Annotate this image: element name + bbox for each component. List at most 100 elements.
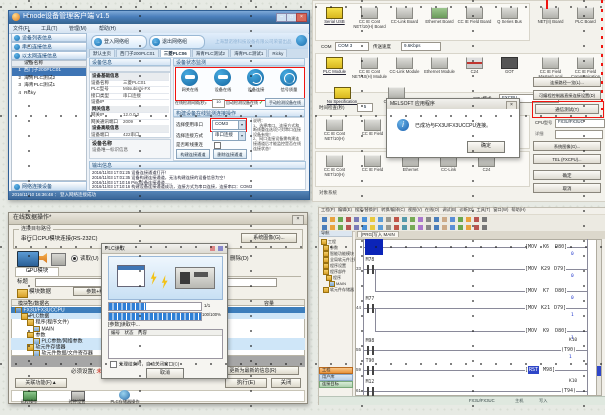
contact-icon[interactable] (367, 387, 369, 396)
module-ccie-cont-module[interactable]: CC IE Cont NET/10(H) Module (352, 57, 387, 80)
coil[interactable]: T94 (561, 387, 576, 395)
route-ccie-cont[interactable]: CC IE Cont NET/10(H) (317, 119, 352, 142)
instruction-mov[interactable]: MOVK21D79 (525, 304, 566, 312)
system-image-button[interactable]: 系统图像(G)... (241, 233, 297, 243)
reconnect-checkbox[interactable] (214, 142, 221, 149)
speed-value-field[interactable]: 9.6Kbps (401, 42, 441, 51)
device-row[interactable]: 3海青PLC测试1 (12, 83, 86, 91)
module-ccie-cont-board[interactable]: CC IE Cont NET/10(H) Board (352, 7, 387, 30)
result-list[interactable]: 编号 状态 内容 (108, 329, 223, 359)
communication-test-button[interactable]: 通信测试(T) (535, 104, 599, 114)
connection-path-list-button[interactable]: 连接路径一览(L)... (533, 77, 601, 87)
tab-haiqing-test1[interactable]: 海青PLC测试1 (230, 49, 267, 57)
module-ethernet-board[interactable]: Ethernet Board (422, 7, 457, 25)
device-row[interactable]: 2海青PLC测试2 (12, 76, 86, 84)
direct-connection-setting-button[interactable]: 可编程控制器直接连接设置(D) (533, 90, 601, 100)
ladder-cursor[interactable] (365, 239, 383, 255)
menu-search[interactable]: 搜索/替换(F) (355, 207, 378, 212)
ladder-canvas[interactable] (355, 239, 601, 396)
menu-project[interactable]: 工程(P) (321, 207, 335, 212)
module-c24[interactable]: C24 (457, 57, 492, 75)
coex-ccie-field[interactable]: CC IE Field (355, 155, 390, 173)
module-ccie-field-board[interactable]: CC IE Field Board (457, 7, 492, 25)
auto-detect-check-icon[interactable]: ✓ (259, 100, 263, 106)
radio-read[interactable]: 读取(U) (71, 255, 99, 263)
module-cclink-module[interactable]: CC-Link Module (387, 57, 422, 75)
menu-file[interactable]: 文件(F) (13, 26, 29, 32)
instruction-mov[interactable]: MOVK6D80 (525, 243, 567, 251)
close-icon[interactable]: × (292, 215, 304, 225)
interval-input[interactable]: 10 (212, 99, 225, 108)
menu-diagnostics[interactable]: 诊断(D) (459, 207, 473, 212)
route-ccie-field[interactable]: CC IE Field (355, 119, 390, 137)
module-data-icon[interactable] (17, 289, 28, 298)
delete-channel-button[interactable]: 删除连接通道 (213, 149, 247, 159)
menu-debug[interactable]: 调试(B) (442, 207, 456, 212)
contact-icon[interactable] (372, 265, 374, 274)
manual-detect-button[interactable]: 手动检测设备在线 (265, 98, 305, 107)
close-dialog-button[interactable]: 关闭 (271, 378, 301, 388)
module-cclink-board[interactable]: CC-Link Board (387, 7, 422, 25)
module-got[interactable]: GOT (492, 57, 527, 75)
sidebar-section-ethernet[interactable]: 以太网连接信息 (11, 51, 87, 60)
tab-siemens200plc01[interactable]: 西门子200PLC01 (116, 49, 159, 57)
logout-network-button[interactable]: ←退出网络组 (149, 35, 205, 49)
menu-view[interactable]: 视图(V) (408, 207, 422, 212)
tab-haiqing-test2[interactable]: 海青PLC测试2 (192, 49, 229, 57)
module-net2-board[interactable]: NET(II) Board (533, 7, 568, 25)
menu-edit[interactable]: 编辑(E) (338, 207, 352, 212)
contact-icon[interactable] (372, 366, 374, 375)
coex-ccie-cont[interactable]: CC IE Cont NET/10(H) (317, 155, 352, 178)
module-ethernet-module[interactable]: Ethernet Module (422, 57, 457, 75)
module-plc-board[interactable]: PLC Board (568, 7, 603, 25)
instruction-rst[interactable]: RSTM98 (525, 366, 555, 374)
device-row[interactable]: 4Ricky (12, 91, 86, 99)
instruction-mov[interactable]: MOVK7D80 (525, 287, 567, 295)
nav-footer-user-library[interactable]: 用户库 (319, 374, 353, 381)
com-select-combo[interactable]: COM3▾ (212, 120, 246, 130)
cancel-button[interactable]: 取消 (533, 183, 601, 193)
com-value-field[interactable]: COM 3 (335, 42, 369, 51)
cancel-read-button[interactable]: 取消 (146, 368, 184, 379)
nav-device-memory[interactable]: 软元件存储器 (323, 287, 354, 293)
output-log[interactable]: 2016/11/03 17:01:25 设备连接通道打开！ 2016/11/03… (89, 169, 306, 190)
menu-window[interactable]: 窗口(W) (493, 207, 508, 212)
auto-close-option[interactable]: 处理结束时，自动关闭窗口(C) (110, 361, 179, 368)
build-channel-button[interactable]: 构建连接通道 (176, 149, 210, 159)
hinode-titlebar[interactable]: Hinode设备管理客户端 v1.5 – □ × (9, 11, 309, 24)
contact-icon[interactable] (372, 346, 374, 355)
tab-mitsubishi-plc06[interactable]: 三菱PLC06 (160, 49, 191, 57)
close-button[interactable]: × (296, 13, 307, 22)
contact-icon[interactable] (367, 346, 369, 355)
coil[interactable]: T90 (561, 346, 576, 354)
sidebar-section-serial[interactable]: 串口连接信息 (11, 42, 87, 51)
login-network-button[interactable]: →登入网络组 (91, 35, 147, 49)
contact-icon[interactable] (367, 304, 369, 313)
tel-fxcpu-button[interactable]: TEL (FXCPU)... (533, 154, 601, 164)
menu-help[interactable]: 帮助(H) (511, 207, 525, 212)
menu-online[interactable]: 在线(O) (425, 207, 439, 212)
related-functions-button[interactable]: 关联功能(F)▲ (15, 378, 67, 388)
property-row[interactable]: 设备端口422串口 (91, 132, 169, 140)
module-serial-usb[interactable]: Serial USB (317, 7, 352, 25)
menu-help[interactable]: 帮助(H) (99, 26, 116, 32)
online-op-titlebar[interactable]: 在线数据操作* × (9, 213, 307, 225)
menu-convert[interactable]: 转换/编译(C) (381, 207, 405, 212)
device-row[interactable]: 1西门子200PLC01 (12, 68, 86, 76)
menu-tools[interactable]: 工具(T) (41, 26, 57, 32)
module-plc-module[interactable]: PLC Module (317, 57, 352, 75)
mode-select-combo[interactable]: 串口连接▾ (212, 131, 246, 141)
tab-ricky[interactable]: Ricky (268, 49, 287, 57)
user-icon[interactable] (296, 35, 307, 46)
close-icon[interactable] (218, 246, 223, 251)
sidebar-section-device-list[interactable]: 设备列表信息 (11, 33, 87, 42)
contact-icon[interactable] (367, 366, 369, 375)
system-image-button[interactable]: 系统图像(G)... (533, 141, 601, 151)
instruction-mov[interactable]: MOVK29D79 (525, 265, 566, 273)
contact-icon[interactable] (372, 304, 374, 313)
minimize-icon[interactable] (210, 246, 215, 251)
execute-button[interactable]: 执行(E) (225, 378, 267, 388)
instruction-mov[interactable]: MOVK9D80 (525, 327, 567, 335)
menu-tools[interactable]: 工具(T) (477, 207, 491, 212)
time-check-field[interactable]: 5 (357, 103, 373, 112)
